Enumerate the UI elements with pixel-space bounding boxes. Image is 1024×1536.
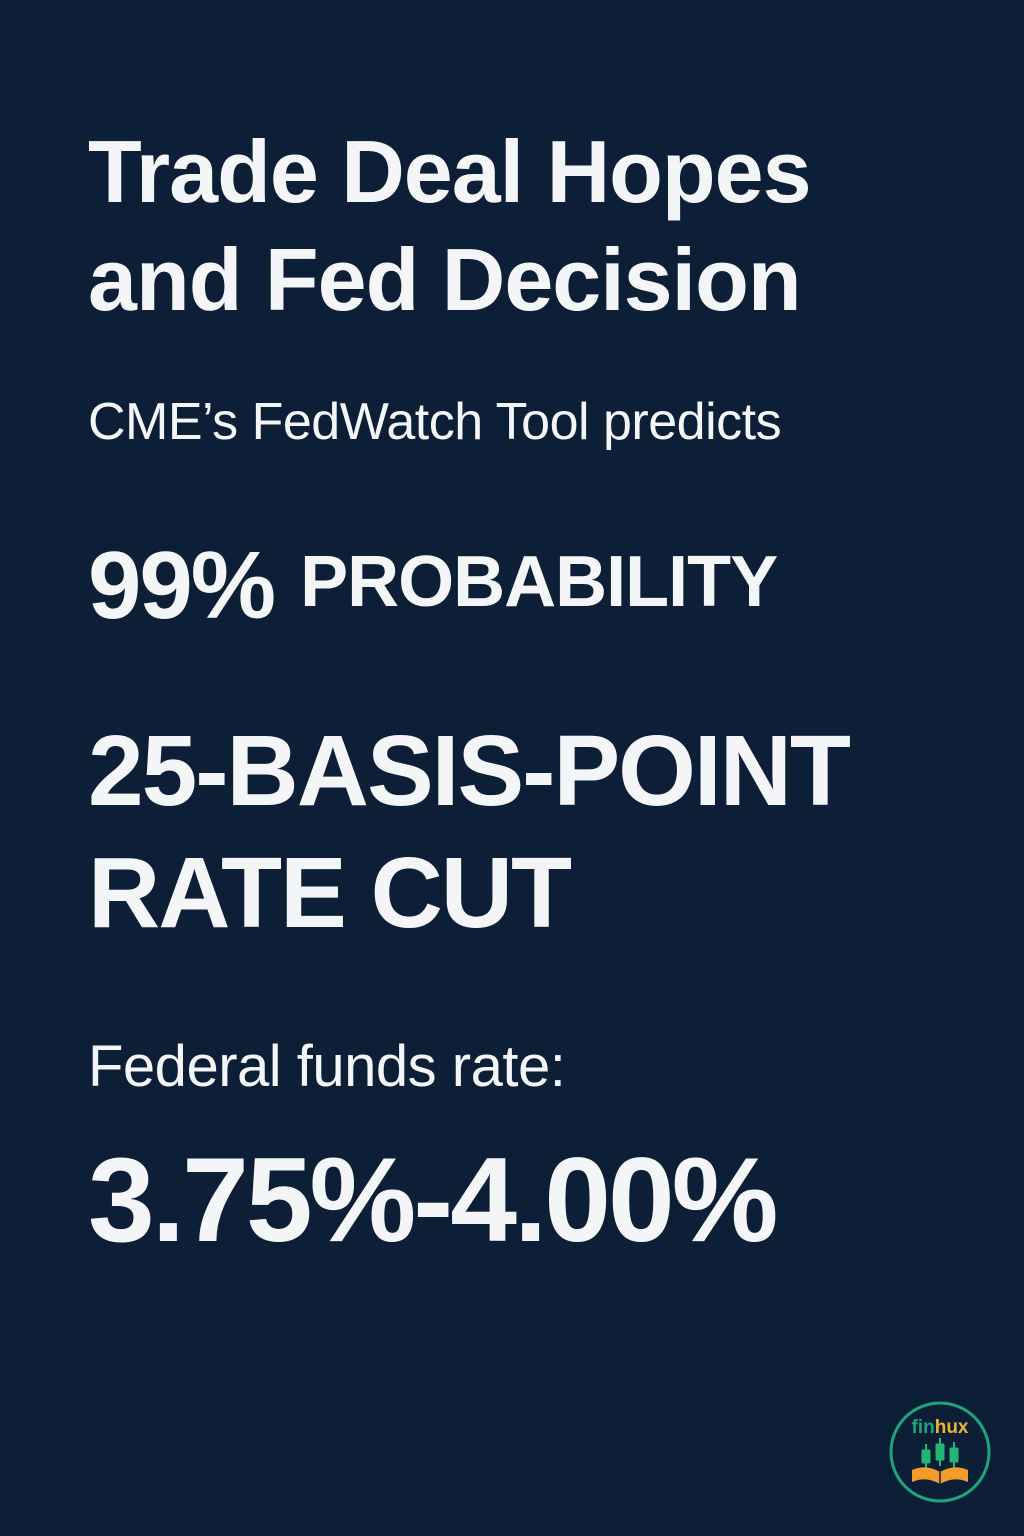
rate-cut-heading: 25-BASIS-POINT RATE CUT (88, 710, 851, 954)
candlestick-book-logo-icon: finhux (889, 1401, 991, 1503)
headline: Trade Deal Hopes and Fed Decision (88, 118, 968, 334)
logo-wordmark: finhux (912, 1417, 969, 1438)
funds-rate-value: 3.75%-4.00% (88, 1133, 778, 1267)
probability-label: PROBABILITY (300, 542, 778, 622)
probability-number: 99% (88, 532, 276, 639)
funds-rate-label: Federal funds rate: (88, 1034, 566, 1099)
infographic-card: Trade Deal Hopes and Fed Decision CME’s … (0, 0, 1024, 1536)
rate-cut-line-2: RATE CUT (88, 837, 572, 949)
probability-row: 99% PROBABILITY (88, 530, 778, 642)
headline-line-1: Trade Deal Hopes (88, 122, 812, 221)
finhux-logo: finhux (888, 1400, 992, 1504)
rate-cut-line-1: 25-BASIS-POINT (88, 715, 851, 827)
headline-line-2: and Fed Decision (88, 230, 802, 329)
subtitle: CME’s FedWatch Tool predicts (88, 393, 782, 451)
